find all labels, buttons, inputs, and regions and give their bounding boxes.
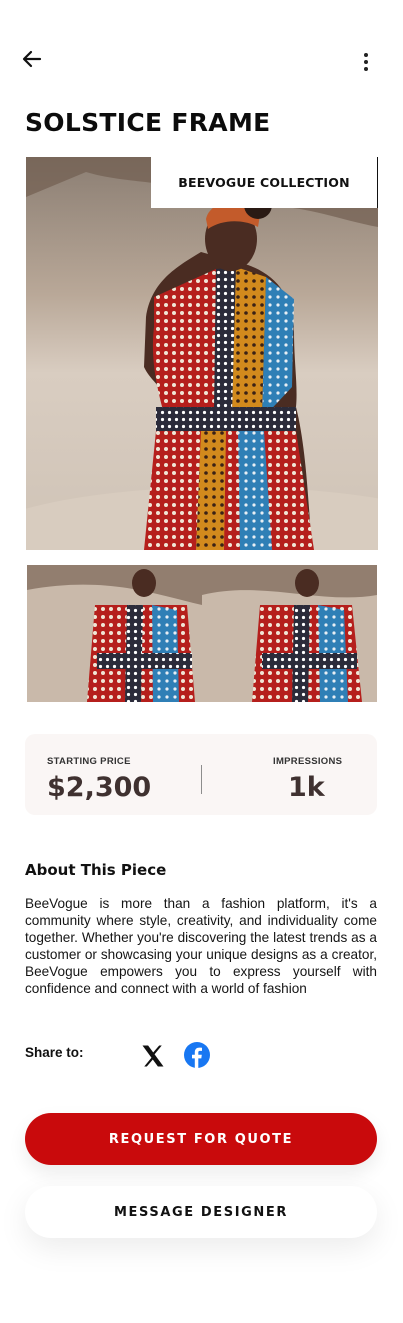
- product-title: SOLSTICE FRAME: [25, 108, 271, 137]
- starting-price-value: $2,300: [47, 772, 152, 803]
- thumbnail-2[interactable]: [202, 565, 377, 702]
- back-button[interactable]: [20, 47, 44, 71]
- starting-price-label: STARTING PRICE: [47, 756, 131, 767]
- about-title: About This Piece: [25, 861, 167, 879]
- arrow-left-icon: [22, 50, 42, 68]
- stats-divider: [201, 765, 202, 794]
- thumbnail-photo: [202, 565, 377, 702]
- impressions-value: 1k: [288, 772, 325, 803]
- more-options-button[interactable]: [354, 50, 378, 74]
- share-x-button[interactable]: [139, 1042, 167, 1070]
- share-label: Share to:: [25, 1045, 84, 1060]
- model-photo: [26, 157, 378, 550]
- product-main-image[interactable]: BEEVOGUE COLLECTION: [26, 157, 378, 550]
- share-facebook-button[interactable]: [184, 1042, 210, 1068]
- more-vertical-icon: [364, 53, 368, 71]
- impressions-label: IMPRESSIONS: [273, 756, 343, 767]
- message-designer-button[interactable]: MESSAGE DESIGNER: [25, 1186, 377, 1238]
- thumbnail-gallery: [27, 565, 377, 702]
- facebook-icon: [184, 1042, 210, 1068]
- thumbnail-photo: [27, 565, 202, 702]
- top-bar: [0, 0, 403, 110]
- collection-badge: BEEVOGUE COLLECTION: [151, 157, 378, 208]
- about-description: BeeVogue is more than a fashion platform…: [25, 896, 377, 996]
- x-icon: [142, 1045, 164, 1067]
- request-quote-button[interactable]: REQUEST FOR QUOTE: [25, 1113, 377, 1165]
- thumbnail-1[interactable]: [27, 565, 202, 702]
- stats-card: STARTING PRICE $2,300 IMPRESSIONS 1k: [25, 734, 377, 815]
